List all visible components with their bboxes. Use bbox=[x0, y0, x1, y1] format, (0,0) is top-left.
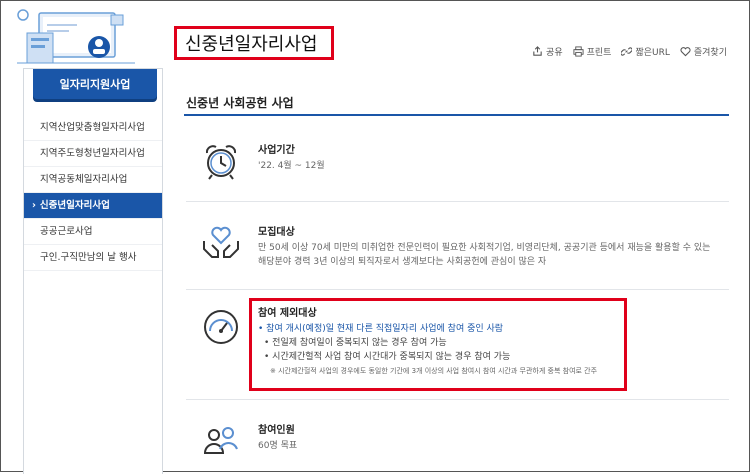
target-text: 만 50세 이상 70세 미만의 미취업한 전문인력이 필요한 사회적기업, 비… bbox=[258, 243, 711, 267]
sidebar-item-label: 지역주도형청년일자리사업 bbox=[40, 148, 145, 159]
sidebar-item-public-work[interactable]: 공공근로사업 bbox=[24, 219, 162, 245]
print-label: 프린트 bbox=[586, 48, 612, 58]
short-url-button[interactable]: 짧은URL bbox=[621, 45, 670, 58]
sidebar-item-community[interactable]: 지역공동체일자리사업 bbox=[24, 167, 162, 193]
people-text: 60명 목표 bbox=[258, 441, 298, 451]
page-tools: 공유 프린트 짧은URL 즐겨찾기 bbox=[532, 45, 727, 58]
print-icon bbox=[573, 46, 584, 57]
people-item: 참여인원 60명 목표 bbox=[186, 421, 726, 471]
people-icon bbox=[203, 427, 238, 454]
section-title: 신중년 사회공헌 사업 bbox=[186, 96, 294, 110]
period-item: 사업기간 '22. 4월 ~ 12월 bbox=[186, 141, 726, 191]
heart-icon bbox=[680, 47, 691, 57]
gauge-icon bbox=[204, 310, 238, 344]
sidebar-item-label: 구인.구직만남의 날 행사 bbox=[40, 252, 137, 263]
sidebar-item-middle-aged[interactable]: › 신중년일자리사업 bbox=[24, 193, 162, 219]
print-button[interactable]: 프린트 bbox=[573, 45, 612, 58]
side-menu: 일자리지원사업 지역산업맞춤형일자리사업 지역주도형청년일자리사업 지역공동체일… bbox=[23, 68, 163, 474]
bookmark-label: 즐겨찾기 bbox=[693, 48, 727, 58]
divider bbox=[186, 399, 729, 400]
sidebar-item-regional-industry[interactable]: 지역산업맞춤형일자리사업 bbox=[24, 115, 162, 141]
side-menu-list: 지역산업맞춤형일자리사업 지역주도형청년일자리사업 지역공동체일자리사업 › 신중… bbox=[24, 115, 162, 271]
target-item: 모집대상 만 50세 이상 70세 미만의 미취업한 전문인력이 필요한 사회적… bbox=[186, 223, 726, 283]
divider bbox=[186, 289, 729, 290]
sidebar-item-label: 지역산업맞춤형일자리사업 bbox=[40, 122, 145, 133]
sidebar: 세종 일자리지원사업 지역산업맞춤형일자리사업 지역주도형청년일자리사업 지역공… bbox=[1, 1, 166, 474]
sidebar-item-regional-youth[interactable]: 지역주도형청년일자리사업 bbox=[24, 141, 162, 167]
page-title: 신중년일자리사업 bbox=[185, 34, 318, 55]
divider bbox=[186, 201, 729, 202]
share-label: 공유 bbox=[546, 48, 563, 58]
sidebar-item-job-fair[interactable]: 구인.구직만남의 날 행사 bbox=[24, 245, 162, 271]
target-title: 모집대상 bbox=[258, 227, 295, 238]
exclusion-highlight bbox=[249, 298, 627, 391]
alarm-clock-icon bbox=[205, 145, 237, 180]
sidebar-item-label: 공공근로사업 bbox=[40, 226, 93, 237]
side-menu-header[interactable]: 일자리지원사업 bbox=[33, 69, 157, 99]
page-title-highlight: 신중년일자리사업 bbox=[174, 26, 334, 60]
sidebar-item-label: 신중년일자리사업 bbox=[39, 200, 110, 211]
period-text: '22. 4월 ~ 12월 bbox=[258, 161, 325, 171]
share-button[interactable]: 공유 bbox=[532, 45, 563, 58]
sidebar-item-label: 지역공동체일자리사업 bbox=[40, 174, 128, 185]
heart-hands-icon bbox=[203, 226, 239, 258]
bookmark-button[interactable]: 즐겨찾기 bbox=[680, 45, 727, 58]
people-title: 참여인원 bbox=[258, 425, 295, 436]
office-illustration-icon bbox=[17, 9, 135, 64]
short-url-label: 짧은URL bbox=[635, 48, 670, 58]
section-underline bbox=[184, 114, 729, 116]
period-title: 사업기간 bbox=[258, 145, 295, 156]
share-icon bbox=[533, 46, 542, 56]
chevron-right-icon: › bbox=[32, 200, 36, 211]
link-icon bbox=[621, 47, 633, 56]
